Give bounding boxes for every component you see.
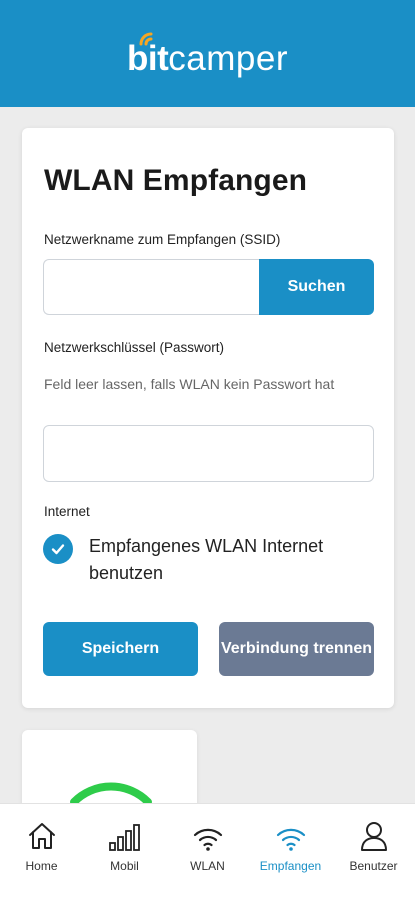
wlan-receive-card: WLAN Empfangen Netzwerkname zum Empfange… bbox=[22, 128, 394, 708]
signal-icon bbox=[139, 32, 153, 46]
nav-item-benutzer[interactable]: Benutzer bbox=[332, 804, 415, 900]
ssid-label: Netzwerkname zum Empfangen (SSID) bbox=[44, 232, 281, 247]
user-icon bbox=[360, 822, 387, 851]
disconnect-button[interactable]: Verbindung trennen bbox=[219, 622, 374, 676]
internet-checkbox-label[interactable]: Empfangenes WLAN Internet benutzen bbox=[89, 533, 374, 587]
search-button[interactable]: Suchen bbox=[259, 259, 374, 315]
bitcamper-logo: bitcamper bbox=[127, 32, 288, 80]
password-input[interactable] bbox=[43, 425, 374, 482]
nav-item-empfangen[interactable]: Empfangen bbox=[249, 804, 332, 900]
nav-label-empfangen: Empfangen bbox=[259, 859, 322, 873]
wifi-receive-icon bbox=[276, 828, 305, 851]
nav-label-mobil: Mobil bbox=[110, 859, 139, 873]
wifi-icon bbox=[193, 828, 222, 851]
page-title: WLAN Empfangen bbox=[44, 164, 308, 197]
app-header: bitcamper bbox=[0, 0, 415, 107]
nav-item-mobil[interactable]: Mobil bbox=[83, 804, 166, 900]
internet-checkbox[interactable] bbox=[43, 534, 73, 564]
bottom-navigation: Home Mobil WLAN Empfangen Benutzer bbox=[0, 803, 415, 900]
checkmark-icon bbox=[51, 544, 65, 555]
nav-label-home: Home bbox=[25, 859, 58, 873]
password-help-text: Feld leer lassen, falls WLAN kein Passwo… bbox=[44, 376, 335, 392]
nav-item-wlan[interactable]: WLAN bbox=[166, 804, 249, 900]
password-label: Netzwerkschlüssel (Passwort) bbox=[44, 340, 225, 355]
nav-label-wlan: WLAN bbox=[190, 859, 225, 873]
logo-camper: camper bbox=[168, 39, 288, 78]
nav-item-home[interactable]: Home bbox=[0, 804, 83, 900]
signal-bars-icon bbox=[108, 824, 140, 851]
internet-label: Internet bbox=[44, 504, 90, 519]
nav-label-benutzer: Benutzer bbox=[349, 859, 398, 873]
home-icon bbox=[28, 823, 55, 849]
save-button[interactable]: Speichern bbox=[43, 622, 198, 676]
ssid-input[interactable] bbox=[43, 259, 261, 315]
